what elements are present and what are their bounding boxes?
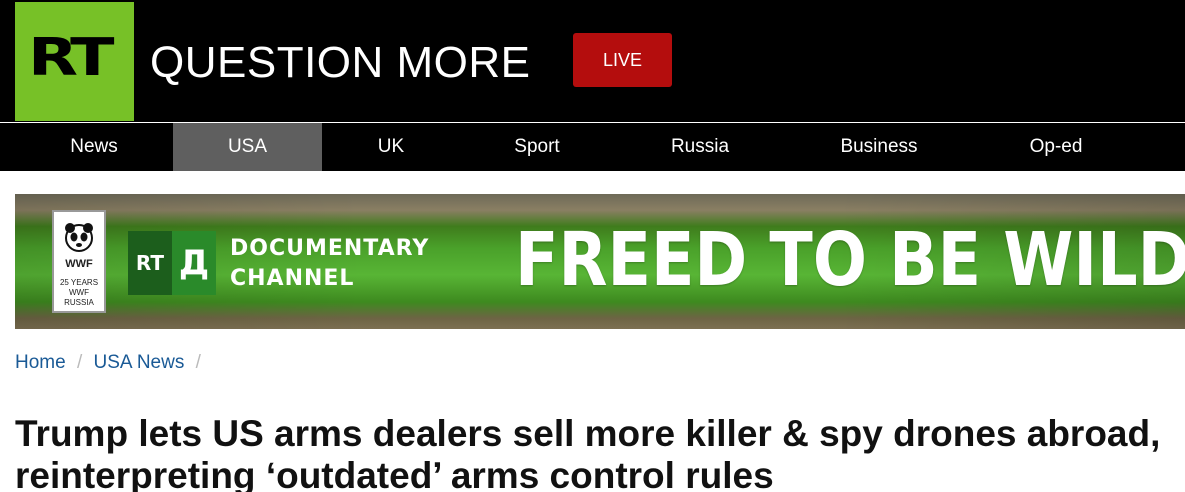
nav-item-news[interactable]: News — [15, 123, 173, 171]
channel-line-2: CHANNEL — [230, 266, 355, 291]
wwf-years: 25 YEARS WWF RUSSIA — [54, 278, 104, 308]
rtd-logo-left: RT — [128, 231, 172, 295]
breadcrumb-separator: / — [195, 352, 201, 373]
site-header: RT QUESTION MORE LIVE — [0, 0, 1185, 122]
channel-line-1: DOCUMENTARY — [230, 236, 430, 261]
ad-banner[interactable]: WWF 25 YEARS WWF RUSSIA RT Д DOCUMENTARY… — [15, 194, 1185, 329]
nav-item-uk[interactable]: UK — [322, 123, 460, 171]
wwf-logo: WWF 25 YEARS WWF RUSSIA — [52, 210, 106, 313]
rtd-logo: RT Д — [128, 231, 216, 295]
nav-item-business[interactable]: Business — [786, 123, 972, 171]
breadcrumb-separator: / — [76, 352, 83, 373]
banner-slogan: FREED TO BE WILD — [515, 217, 1185, 303]
nav-item-usa[interactable]: USA — [173, 123, 322, 171]
panda-icon — [65, 223, 93, 252]
article-headline: Trump lets US arms dealers sell more kil… — [15, 413, 1161, 492]
channel-name: DOCUMENTARY CHANNEL — [230, 234, 429, 294]
breadcrumb: Home / USA News / — [15, 351, 207, 375]
breadcrumb-home[interactable]: Home — [15, 352, 66, 373]
live-button[interactable]: LIVE — [573, 33, 672, 87]
nav-item-russia[interactable]: Russia — [614, 123, 786, 171]
rt-logo[interactable]: RT — [15, 2, 134, 121]
rtd-logo-right: Д — [172, 231, 216, 295]
wwf-name: WWF — [65, 258, 93, 270]
wwf-years-text: 25 YEARS — [59, 278, 99, 287]
breadcrumb-usa-news[interactable]: USA News — [94, 352, 185, 373]
site-tagline: QUESTION MORE — [150, 38, 531, 87]
nav-item-op-ed[interactable]: Op-ed — [972, 123, 1140, 171]
logo-text: RT — [28, 28, 114, 88]
main-nav: News USA UK Sport Russia Business Op-ed — [0, 123, 1185, 171]
wwf-sub-text: WWF RUSSIA — [64, 288, 94, 307]
nav-item-sport[interactable]: Sport — [460, 123, 614, 171]
